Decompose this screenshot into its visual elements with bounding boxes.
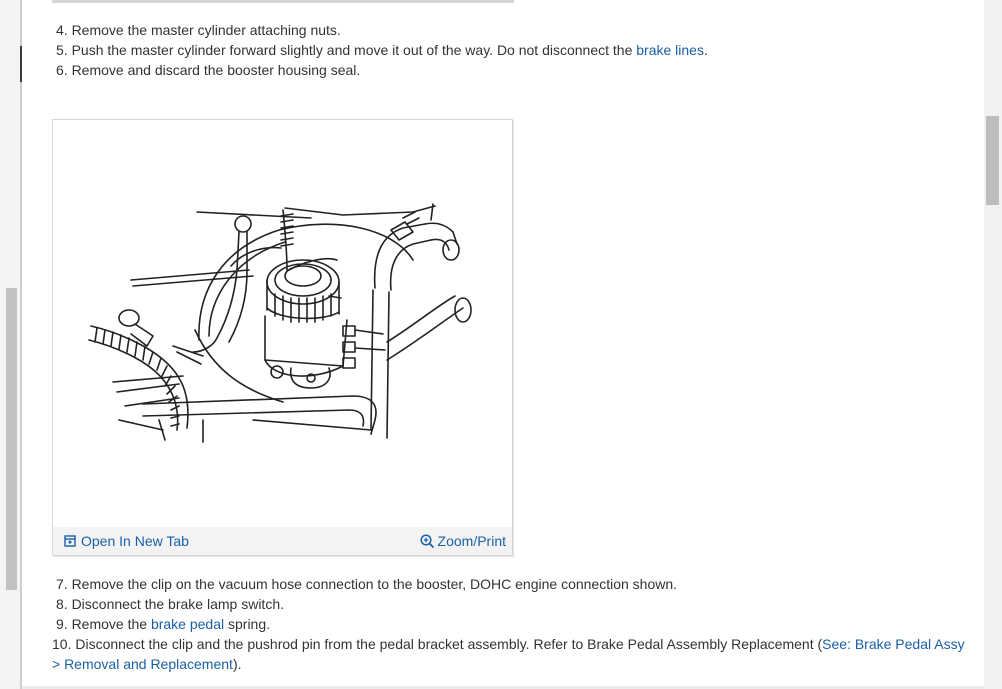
left-panel-marker: [20, 46, 22, 82]
zoom-print-link[interactable]: Zoom/Print: [419, 533, 506, 549]
step-5: 5. Push the master cylinder forward slig…: [56, 42, 708, 58]
open-in-new-tab-label: Open In New Tab: [81, 533, 189, 549]
left-panel-divider: [20, 0, 22, 689]
open-in-new-tab-link[interactable]: Open In New Tab: [64, 533, 189, 549]
left-scrollbar-thumb[interactable]: [6, 288, 17, 590]
right-scrollbar-thumb[interactable]: [986, 116, 999, 205]
right-scrollbar-track[interactable]: [984, 0, 1002, 689]
document-viewer: 4. Remove the master cylinder attaching …: [0, 0, 1002, 689]
step-9: 9. Remove the brake pedal spring.: [56, 616, 271, 632]
open-in-new-tab-icon: [64, 535, 76, 547]
step-6: 6. Remove and discard the booster housin…: [56, 62, 361, 78]
removal-and-replacement-link[interactable]: > Removal and Replacement: [52, 656, 233, 672]
previous-figure-bottom-edge: [52, 0, 514, 3]
brake-pedal-assy-link[interactable]: See: Brake Pedal Assy: [822, 636, 964, 652]
brake-booster-illustration[interactable]: [53, 120, 512, 526]
step-10: 10. Disconnect the clip and the pushrod …: [52, 636, 965, 652]
step-4: 4. Remove the master cylinder attaching …: [56, 22, 341, 38]
brake-lines-link[interactable]: brake lines: [636, 42, 704, 58]
figure-toolbar: Open In New Tab Zoom/Print: [53, 527, 512, 555]
zoom-in-icon: [419, 533, 434, 548]
step-10-continued: > Removal and Replacement).: [52, 656, 242, 672]
zoom-print-label: Zoom/Print: [437, 533, 506, 549]
brake-pedal-link[interactable]: brake pedal: [151, 616, 224, 632]
step-8: 8. Disconnect the brake lamp switch.: [56, 596, 284, 612]
figure-card: Open In New Tab Zoom/Print: [52, 119, 513, 556]
step-7: 7. Remove the clip on the vacuum hose co…: [56, 576, 678, 592]
